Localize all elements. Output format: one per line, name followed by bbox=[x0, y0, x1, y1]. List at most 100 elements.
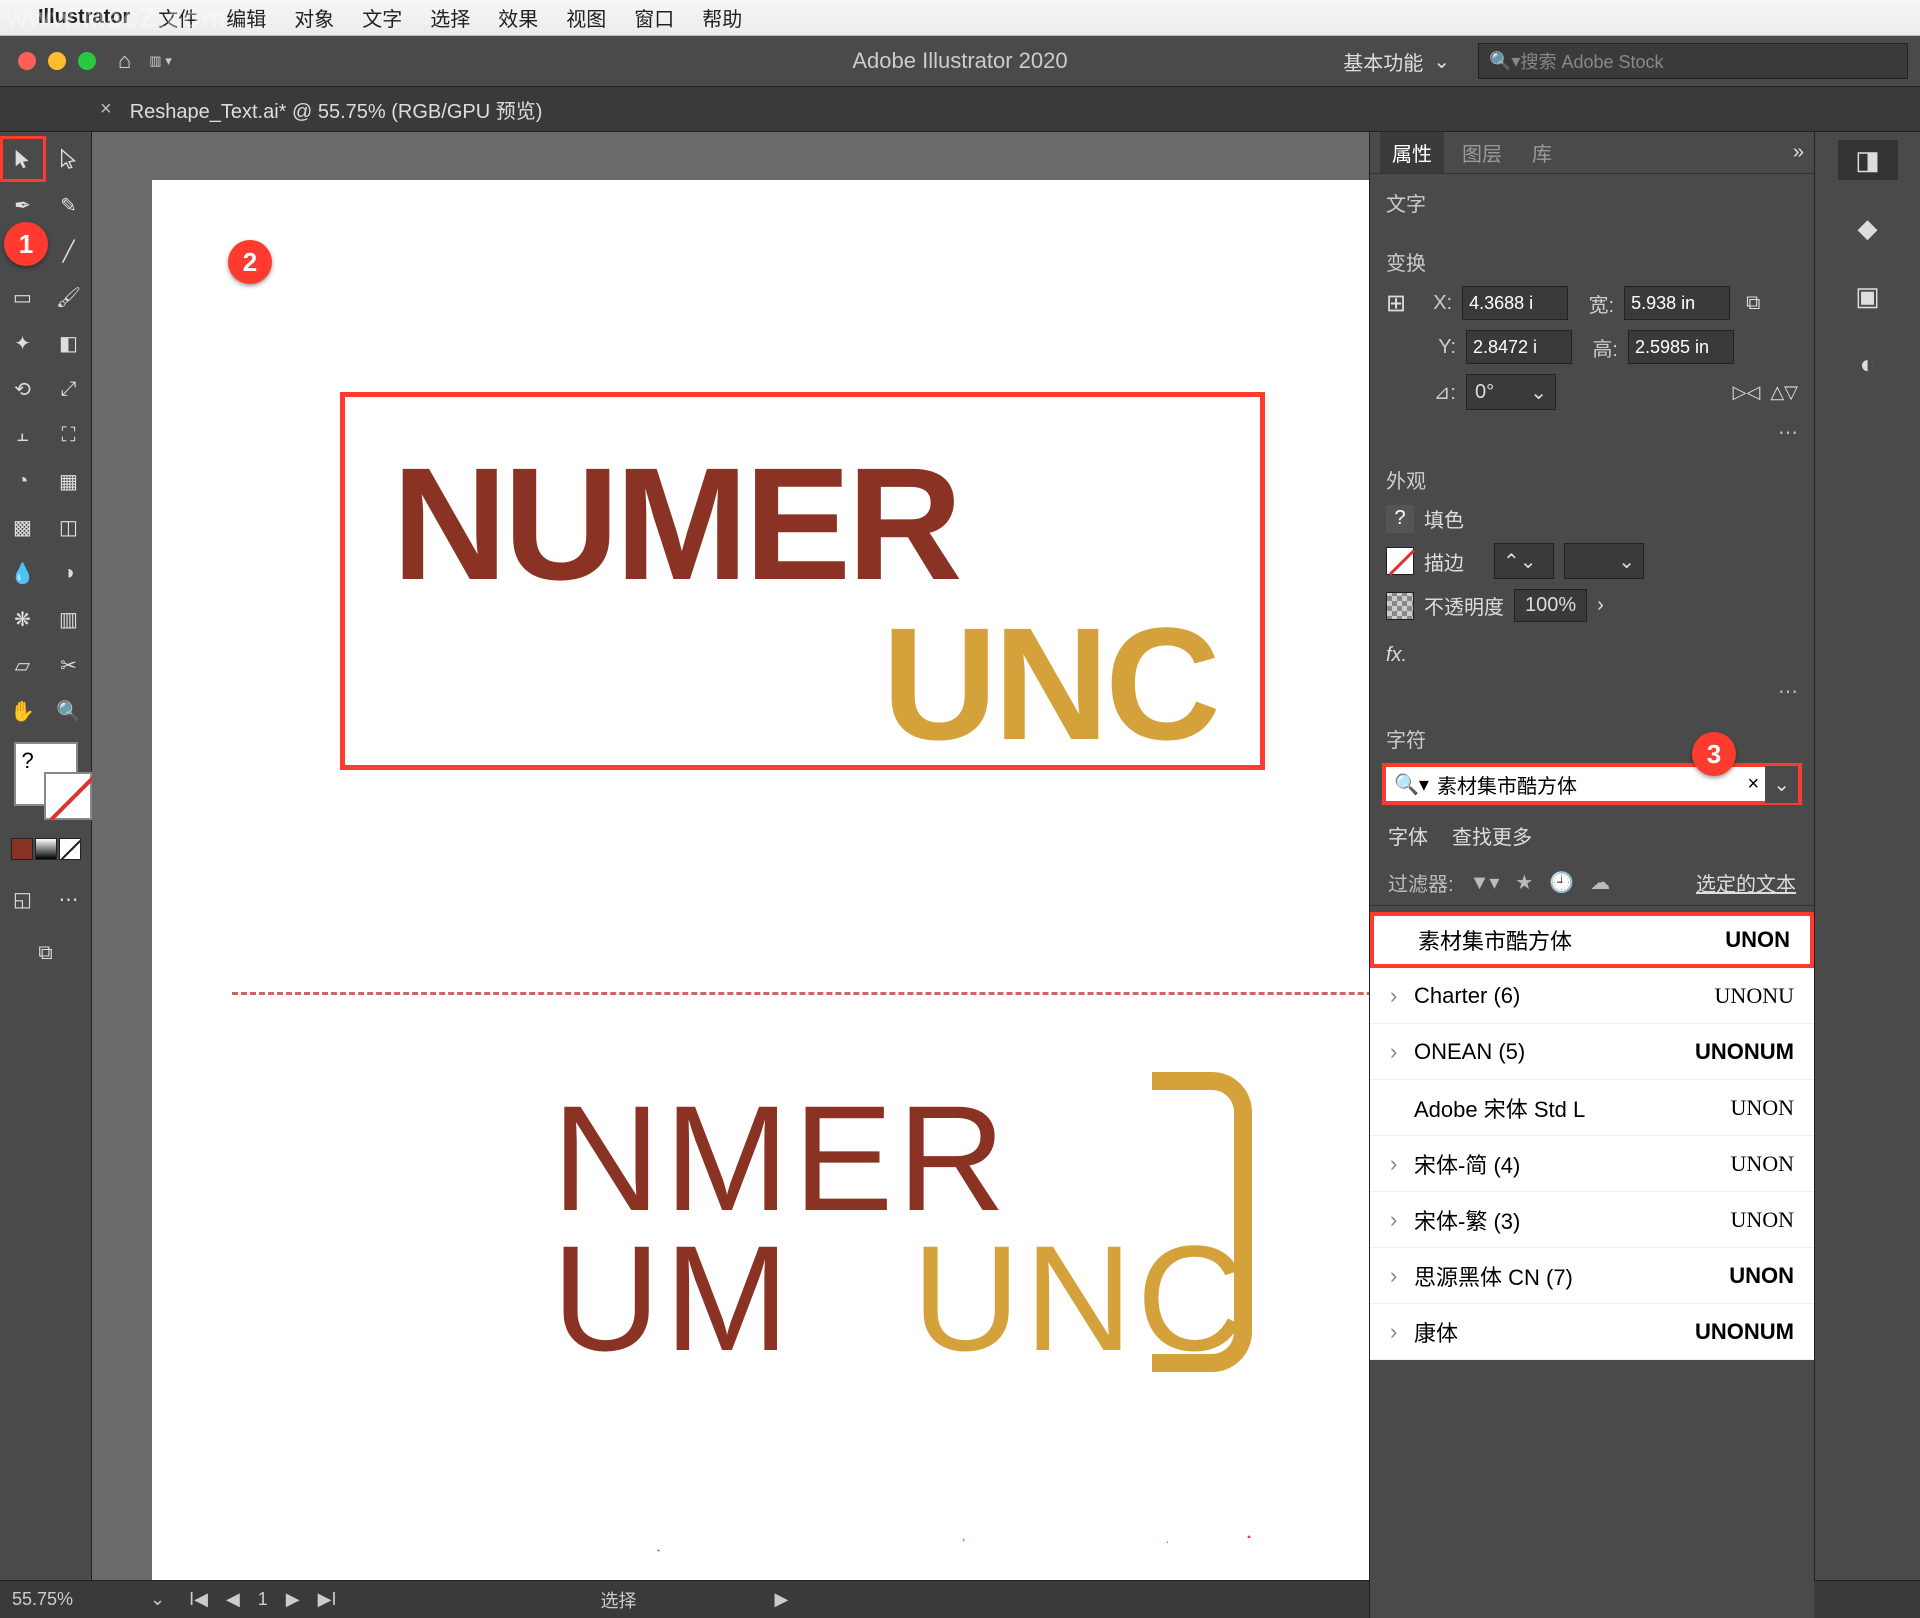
rotate-tool[interactable]: ⟲ bbox=[2, 368, 44, 410]
expand-family-icon[interactable]: › bbox=[1390, 1263, 1414, 1289]
first-artboard-button[interactable]: I◀ bbox=[183, 1587, 214, 1612]
expand-family-icon[interactable]: › bbox=[1390, 1207, 1414, 1233]
close-window-button[interactable] bbox=[18, 52, 36, 70]
eyedropper-tool[interactable]: 💧 bbox=[2, 552, 44, 594]
shaper-tool[interactable]: ✦ bbox=[2, 322, 44, 364]
scale-tool[interactable]: ⤢ bbox=[48, 368, 90, 410]
font-list-item[interactable]: ›康体UNONUM bbox=[1370, 1304, 1814, 1360]
tab-layers[interactable]: 图层 bbox=[1450, 132, 1514, 173]
appearance-more-icon[interactable]: ⋯ bbox=[1386, 679, 1798, 704]
zoom-chevron-icon[interactable]: ⌄ bbox=[150, 1589, 165, 1610]
x-input[interactable] bbox=[1462, 286, 1568, 320]
menu-object[interactable]: 对象 bbox=[294, 3, 334, 32]
font-dropdown-chevron[interactable]: ⌄ bbox=[1765, 766, 1798, 803]
filter-icon[interactable]: ▼▾ bbox=[1470, 870, 1500, 895]
artboard-number[interactable]: 1 bbox=[252, 1587, 274, 1612]
angle-dropdown[interactable]: 0°⌄ bbox=[1466, 374, 1556, 410]
font-tab-findmore[interactable]: 查找更多 bbox=[1452, 821, 1532, 850]
tab-properties[interactable]: 属性 bbox=[1380, 132, 1444, 173]
clear-search-icon[interactable]: × bbox=[1748, 773, 1760, 796]
eraser-tool[interactable]: ◧ bbox=[48, 322, 90, 364]
zoom-tool[interactable]: 🔍 bbox=[48, 690, 90, 732]
h-input[interactable] bbox=[1628, 330, 1734, 364]
paintbrush-tool[interactable]: 🖌 bbox=[48, 276, 90, 318]
font-list-item[interactable]: 素材集市酷方体UNON bbox=[1370, 912, 1814, 968]
prev-artboard-button[interactable]: ◀ bbox=[220, 1587, 246, 1612]
stroke-swatch[interactable] bbox=[44, 772, 92, 820]
font-list-item[interactable]: ›思源黑体 CN (7)UNON bbox=[1370, 1248, 1814, 1304]
opacity-value[interactable]: 100% bbox=[1514, 589, 1587, 622]
more-options-icon[interactable]: ⋯ bbox=[1386, 420, 1798, 445]
expand-family-icon[interactable]: › bbox=[1390, 1319, 1414, 1345]
column-graph-tool[interactable]: ▥ bbox=[48, 598, 90, 640]
menu-select[interactable]: 选择 bbox=[430, 3, 470, 32]
opacity-more-icon[interactable]: › bbox=[1597, 594, 1604, 617]
libraries-panel-icon[interactable]: ▣ bbox=[1838, 276, 1898, 316]
menu-help[interactable]: 帮助 bbox=[702, 3, 742, 32]
expand-family-icon[interactable]: › bbox=[1390, 1151, 1414, 1177]
expand-family-icon[interactable]: › bbox=[1390, 1039, 1414, 1065]
recent-filter-icon[interactable]: 🕘 bbox=[1549, 870, 1574, 895]
minimize-window-button[interactable] bbox=[48, 52, 66, 70]
fill-swatch[interactable]: ? bbox=[14, 742, 78, 806]
home-icon[interactable]: ⌂ bbox=[118, 48, 131, 74]
activated-filter-icon[interactable]: ☁ bbox=[1590, 870, 1610, 895]
fx-button[interactable]: fx. bbox=[1386, 644, 1407, 666]
tab-libraries[interactable]: 库 bbox=[1520, 132, 1564, 173]
font-tab-fonts[interactable]: 字体 bbox=[1388, 821, 1428, 850]
draw-normal-icon[interactable]: ◱ bbox=[2, 878, 44, 920]
stroke-swatch-icon[interactable] bbox=[1386, 547, 1414, 575]
free-transform-tool[interactable]: ⛶ bbox=[48, 414, 90, 456]
pen-tool[interactable]: ✒ bbox=[2, 184, 44, 226]
hand-tool[interactable]: ✋ bbox=[2, 690, 44, 732]
font-list-item[interactable]: Adobe 宋体 Std LUNON bbox=[1370, 1080, 1814, 1136]
perspective-tool[interactable]: ▦ bbox=[48, 460, 90, 502]
properties-panel-icon[interactable]: ◨ bbox=[1838, 140, 1898, 180]
last-artboard-button[interactable]: ▶I bbox=[312, 1587, 343, 1612]
rectangle-tool[interactable]: ▭ bbox=[2, 276, 44, 318]
zoom-level[interactable]: 55.75% bbox=[12, 1589, 132, 1610]
fill-question-icon[interactable]: ? bbox=[1386, 505, 1414, 533]
selected-text-label[interactable]: 选定的文本 bbox=[1696, 868, 1796, 897]
font-list-item[interactable]: ›ONEAN (5)UNONUM bbox=[1370, 1024, 1814, 1080]
flip-v-icon[interactable]: △▽ bbox=[1770, 382, 1798, 403]
menu-effect[interactable]: 效果 bbox=[498, 3, 538, 32]
color-fill-icon[interactable] bbox=[11, 838, 33, 860]
edit-toolbar-icon[interactable]: ⋯ bbox=[48, 878, 90, 920]
blend-tool[interactable]: ◑ bbox=[48, 552, 90, 594]
mesh-tool[interactable]: ▩ bbox=[2, 506, 44, 548]
menu-type[interactable]: 文字 bbox=[362, 3, 402, 32]
panel-expand-icon[interactable]: » bbox=[1793, 141, 1804, 164]
slice-tool[interactable]: ✂ bbox=[48, 644, 90, 686]
stock-search[interactable]: 🔍▾ 搜索 Adobe Stock bbox=[1478, 43, 1908, 79]
flip-h-icon[interactable]: ▷◁ bbox=[1733, 382, 1761, 403]
font-list-item[interactable]: ›Charter (6)UNONU bbox=[1370, 968, 1814, 1024]
font-list-item[interactable]: ›宋体-繁 (3)UNON bbox=[1370, 1192, 1814, 1248]
font-list-item[interactable]: ›宋体-简 (4)UNON bbox=[1370, 1136, 1814, 1192]
expand-family-icon[interactable]: › bbox=[1390, 983, 1414, 1009]
workspace-switcher[interactable]: 基本功能 ⌄ bbox=[1343, 47, 1450, 76]
curvature-tool[interactable]: ✎ bbox=[48, 184, 90, 226]
status-more-icon[interactable]: ▶ bbox=[774, 1589, 788, 1610]
w-input[interactable] bbox=[1624, 286, 1730, 320]
direct-selection-tool[interactable] bbox=[48, 138, 90, 180]
appearance-panel-icon[interactable]: ◐ bbox=[1838, 344, 1898, 384]
menu-edit[interactable]: 编辑 bbox=[226, 3, 266, 32]
menu-view[interactable]: 视图 bbox=[566, 3, 606, 32]
y-input[interactable] bbox=[1466, 330, 1572, 364]
selection-tool[interactable] bbox=[2, 138, 44, 180]
arrange-documents-icon[interactable]: ▥ ▾ bbox=[149, 53, 171, 69]
shape-builder-tool[interactable]: ◔ bbox=[2, 460, 44, 502]
layers-panel-icon[interactable]: ◆ bbox=[1838, 208, 1898, 248]
line-tool[interactable]: ╱ bbox=[48, 230, 90, 272]
next-artboard-button[interactable]: ▶ bbox=[280, 1587, 306, 1612]
font-search-input[interactable]: 🔍▾ 素材集市酷方体 × ⌄ bbox=[1382, 763, 1802, 805]
stroke-profile-dropdown[interactable]: ⌄ bbox=[1564, 543, 1644, 579]
close-tab-icon[interactable]: × bbox=[100, 98, 112, 121]
none-fill-icon[interactable] bbox=[59, 838, 81, 860]
reference-point-icon[interactable]: ⊞ bbox=[1386, 289, 1406, 318]
stroke-weight-stepper[interactable]: ⌃⌄ bbox=[1494, 543, 1554, 579]
maximize-window-button[interactable] bbox=[78, 52, 96, 70]
document-tab[interactable]: × Reshape_Text.ai* @ 55.75% (RGB/GPU 预览) bbox=[100, 95, 542, 124]
width-tool[interactable]: ⫠ bbox=[2, 414, 44, 456]
